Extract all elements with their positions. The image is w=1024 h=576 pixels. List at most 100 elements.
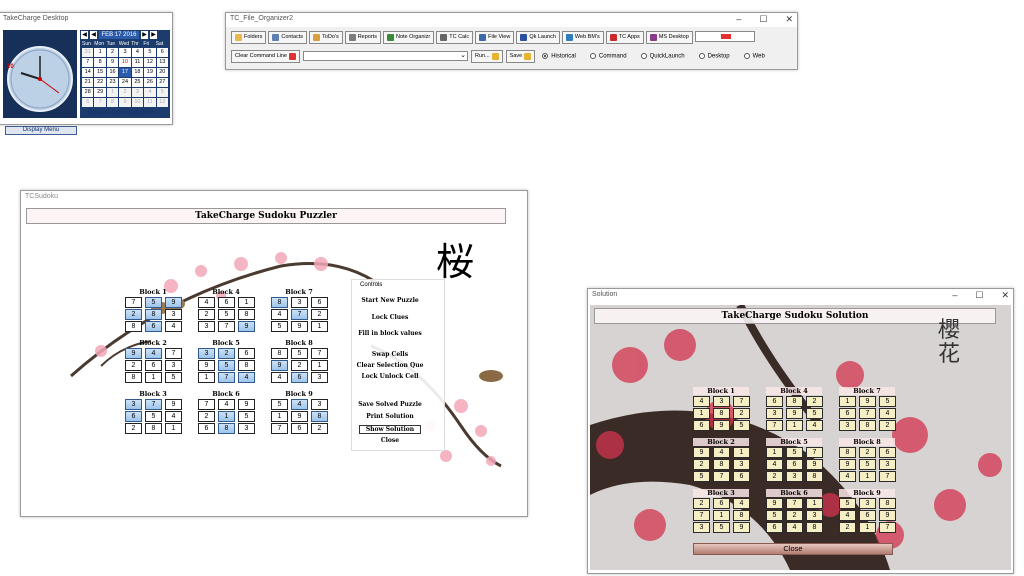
control-start-new-puzzle[interactable]: Start New Puzzle [355,297,425,304]
calendar-day[interactable]: 11 [144,98,156,107]
sudoku-cell[interactable]: 7 [766,420,783,431]
sudoku-cell[interactable]: 9 [271,360,288,371]
sudoku-cell[interactable]: 3 [198,321,215,332]
maximize-icon[interactable]: ☐ [759,14,767,25]
calendar-day[interactable]: 25 [131,78,144,87]
calendar-day[interactable]: 18 [131,68,144,77]
close-icon[interactable]: ✕ [1001,290,1009,301]
radio-command[interactable]: Command [589,52,627,59]
sudoku-cell[interactable]: 4 [713,447,730,458]
sudoku-cell[interactable]: 1 [786,420,803,431]
sudoku-cell[interactable]: 9 [786,408,803,419]
sudoku-cell[interactable]: 9 [165,399,182,410]
sudoku-cell[interactable]: 5 [291,348,308,359]
sudoku-cell[interactable]: 3 [839,420,856,431]
sudoku-cell[interactable]: 1 [271,411,288,422]
sudoku-cell[interactable]: 2 [198,309,215,320]
calendar-day[interactable]: 1 [94,48,106,57]
sudoku-cell[interactable]: 8 [859,420,876,431]
calendar-day[interactable]: 9 [106,58,119,67]
sudoku-cell[interactable]: 4 [839,471,856,482]
calendar-day[interactable]: 2 [106,48,119,57]
sudoku-cell[interactable]: 2 [766,471,783,482]
sudoku-cell[interactable]: 6 [693,420,710,431]
sudoku-cell[interactable]: 1 [693,408,710,419]
sudoku-cell[interactable]: 9 [238,399,255,410]
sudoku-cell[interactable]: 7 [859,408,876,419]
sudoku-cell[interactable]: 7 [786,498,803,509]
toolbar-button-noteorganizr[interactable]: Note Organizr [382,31,435,44]
toolbar-button-reports[interactable]: Reports [344,31,381,44]
control-fill-in-block-values[interactable]: Fill in block values [355,330,425,337]
calendar-day[interactable]: 4 [131,48,144,57]
sudoku-cell[interactable]: 3 [311,372,328,383]
sudoku-cell[interactable]: 6 [859,510,876,521]
sudoku-cell[interactable]: 5 [859,459,876,470]
radio-quicklaunch[interactable]: QuickLaunch [640,52,685,59]
sudoku-cell[interactable]: 7 [291,309,308,320]
toolbar-button-msdesktop[interactable]: MS Desktop [645,31,693,44]
sudoku-cell[interactable]: 1 [806,498,823,509]
sudoku-cell[interactable]: 7 [806,447,823,458]
calendar-day[interactable]: 21 [82,78,94,87]
sudoku-cell[interactable]: 3 [766,408,783,419]
sudoku-cell[interactable]: 4 [291,399,308,410]
sudoku-cell[interactable]: 9 [879,510,896,521]
sudoku-cell[interactable]: 1 [839,396,856,407]
sudoku-cell[interactable]: 7 [145,399,162,410]
sudoku-cell[interactable]: 5 [271,321,288,332]
sudoku-cell[interactable]: 8 [733,510,750,521]
sudoku-cell[interactable]: 2 [311,309,328,320]
sudoku-cell[interactable]: 2 [879,420,896,431]
sudoku-cell[interactable]: 4 [766,459,783,470]
sudoku-cell[interactable]: 4 [271,372,288,383]
calendar-day[interactable]: 9 [119,98,131,107]
sudoku-cell[interactable]: 2 [198,411,215,422]
sudoku-cell[interactable]: 9 [859,396,876,407]
toolbar-button-todos[interactable]: ToDo's [309,31,343,44]
sudoku-cell[interactable]: 3 [165,360,182,371]
sudoku-cell[interactable]: 3 [713,396,730,407]
sudoku-cell[interactable]: 5 [218,309,235,320]
calendar-day[interactable]: 3 [119,48,131,57]
sudoku-cell[interactable]: 8 [806,471,823,482]
sudoku-cell[interactable]: 9 [839,459,856,470]
calendar-day[interactable]: 5 [156,88,168,97]
solution-close-button[interactable]: Close [693,543,893,555]
sudoku-cell[interactable]: 9 [198,360,215,371]
sudoku-cell[interactable]: 5 [839,498,856,509]
display-menu-button[interactable]: Display Menu [5,126,77,135]
sudoku-cell[interactable]: 4 [806,420,823,431]
calendar-day[interactable]: 16 [106,68,119,77]
prev-year-button[interactable]: ◀ [81,31,88,39]
sudoku-cell[interactable]: 4 [839,510,856,521]
control-swap-cells[interactable]: Swap Cells [355,351,425,358]
sudoku-cell[interactable]: 2 [733,408,750,419]
sudoku-cell[interactable]: 9 [693,447,710,458]
sudoku-cell[interactable]: 8 [879,498,896,509]
sudoku-cell[interactable]: 5 [145,411,162,422]
calendar-day[interactable]: 23 [106,78,119,87]
toolbar-button-contacts[interactable]: Contacts [268,31,308,44]
sudoku-cell[interactable]: 8 [806,522,823,533]
calendar-day[interactable]: 13 [156,58,168,67]
sudoku-cell[interactable]: 8 [271,348,288,359]
sudoku-cell[interactable]: 4 [693,396,710,407]
calendar-day[interactable]: 8 [106,98,119,107]
sudoku-cell[interactable]: 3 [806,510,823,521]
sudoku-cell[interactable]: 6 [198,423,215,434]
sudoku-cell[interactable]: 6 [839,408,856,419]
sudoku-cell[interactable]: 8 [786,396,803,407]
calendar-day[interactable]: 7 [82,58,94,67]
calendar-day[interactable]: 27 [156,78,168,87]
sudoku-cell[interactable]: 6 [218,297,235,308]
sudoku-cell[interactable]: 8 [218,423,235,434]
sudoku-cell[interactable]: 5 [238,411,255,422]
sudoku-cell[interactable]: 9 [713,420,730,431]
sudoku-cell[interactable]: 3 [165,309,182,320]
calendar-day[interactable]: 7 [94,98,106,107]
sudoku-cell[interactable]: 8 [311,411,328,422]
sudoku-cell[interactable]: 2 [693,498,710,509]
sudoku-cell[interactable]: 6 [125,411,142,422]
sudoku-cell[interactable]: 8 [125,372,142,383]
